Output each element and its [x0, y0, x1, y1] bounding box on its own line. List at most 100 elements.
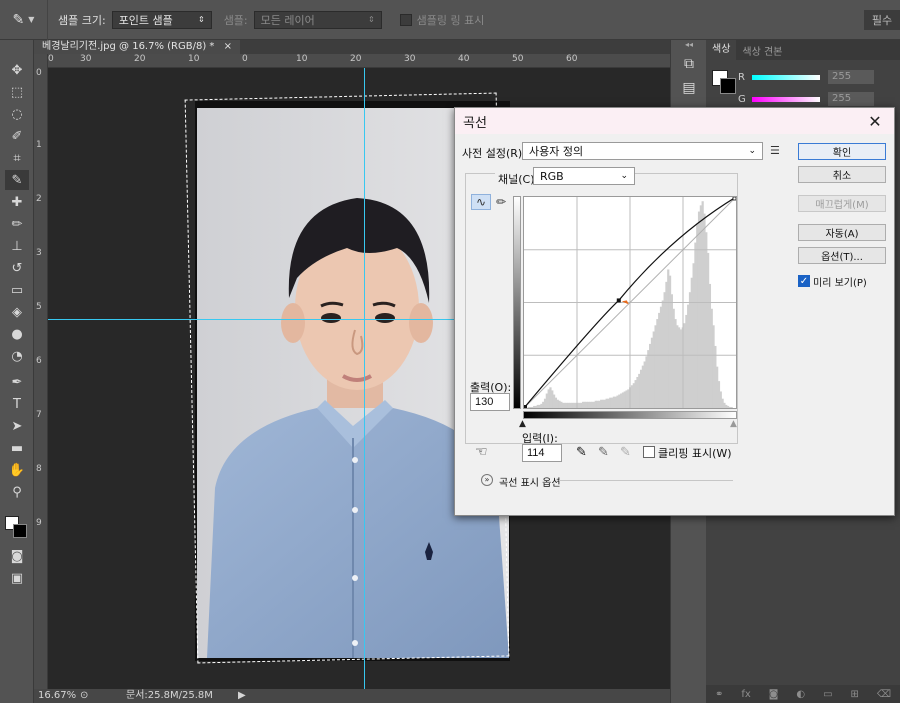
tab-swatches[interactable]: 색상 견본 [736, 43, 788, 58]
red-slider[interactable] [752, 74, 820, 80]
screen-mode-icon[interactable]: ▣ [5, 568, 29, 588]
chevron-down-icon: ⌄ [748, 146, 756, 156]
stamp-tool-icon[interactable]: ⊥ [5, 236, 29, 256]
path-select-tool-icon[interactable]: ➤ [5, 416, 29, 436]
document-tab[interactable]: 베경날리기전.jpg @ 16.7% (RGB/8) * × [34, 40, 241, 54]
panel-collapse-icon[interactable]: ◂◂ [671, 40, 707, 50]
output-field[interactable] [470, 393, 510, 411]
eyedropper-tool-icon[interactable]: ✎ [5, 170, 29, 190]
sample-label: 샘플: [223, 13, 248, 27]
healing-brush-tool-icon[interactable]: ✚ [5, 192, 29, 212]
brush-tool-icon[interactable]: ✏ [5, 214, 29, 234]
preset-menu-icon[interactable]: ☰ [770, 144, 780, 157]
auto-button[interactable]: 자동(A) [798, 224, 886, 241]
ruler-tick-label: 9 [36, 518, 42, 528]
folder-icon[interactable]: ▭ [823, 689, 832, 700]
type-tool-icon[interactable]: T [5, 394, 29, 414]
quick-mask-icon[interactable]: ◙ [5, 546, 29, 566]
zoom-tool-icon[interactable]: ⚲ [5, 482, 29, 502]
move-tool-icon[interactable]: ✥ [5, 60, 29, 80]
white-eyedropper-icon[interactable]: ✎ [620, 445, 631, 460]
show-clipping-label: 클리핑 표시(W) [658, 447, 732, 460]
ruler-tick-label: 50 [512, 54, 524, 64]
shape-tool-icon[interactable]: ▬ [5, 438, 29, 458]
guide-vertical[interactable] [364, 68, 365, 689]
ruler-tick-label: 8 [36, 464, 42, 474]
ruler-tick-label: 20 [350, 54, 362, 64]
ruler-tick-label: 0 [36, 68, 42, 78]
curve-endpoint [524, 405, 527, 408]
options-bar: ✎ ▼ 샘플 크기: 포인트 샘플 ⇕ 샘플: 모든 레이어 ⇕ 샘플링 링 표… [0, 0, 900, 40]
history-panel-icon[interactable]: ⧉ [679, 56, 699, 76]
link-icon[interactable]: ⚭ [715, 689, 723, 700]
ruler-tick-label: 0 [48, 54, 54, 64]
pencil-mode-icon[interactable]: ✏ [491, 194, 511, 210]
cancel-button[interactable]: 취소 [798, 166, 886, 183]
workspace-button[interactable]: 필수 [864, 10, 900, 30]
options-button[interactable]: 옵션(T)... [798, 247, 886, 264]
fx-icon[interactable]: fx [741, 689, 750, 700]
ruler-tick-label: 30 [404, 54, 416, 64]
curve-point-mode-icon[interactable]: ∿ [471, 194, 491, 210]
marquee-tool-icon[interactable]: ⬚ [5, 82, 29, 102]
mask-icon[interactable]: ◙ [769, 689, 779, 700]
eyedropper-icon: ✎ [12, 11, 25, 28]
input-field[interactable] [522, 444, 562, 462]
updown-icon: ⇕ [367, 15, 375, 24]
ruler-vertical: 0 1 2 3 5 6 7 8 9 [34, 54, 48, 689]
hand-tool-icon[interactable]: ✋ [5, 460, 29, 480]
preset-select[interactable]: 사용자 정의 ⌄ [522, 142, 763, 160]
eraser-tool-icon[interactable]: ▭ [5, 280, 29, 300]
quick-select-tool-icon[interactable]: ✐ [5, 126, 29, 146]
sample-layer-select[interactable]: 모든 레이어 ⇕ [253, 10, 382, 29]
show-ring-checkbox[interactable] [399, 13, 412, 26]
ruler-tick-label: 1 [36, 140, 42, 150]
ruler-tick-label: 6 [36, 356, 42, 366]
black-eyedropper-icon[interactable]: ✎ [576, 445, 587, 460]
properties-panel-icon[interactable]: ▤ [679, 80, 699, 100]
history-brush-tool-icon[interactable]: ↺ [5, 258, 29, 278]
curve-graph[interactable] [523, 196, 737, 409]
background-color-swatch[interactable] [13, 524, 27, 538]
paint-bucket-tool-icon[interactable]: ◈ [5, 302, 29, 322]
smooth-button[interactable]: 매끄럽게(M) [798, 195, 886, 212]
new-layer-icon[interactable]: ⊞ [850, 689, 858, 700]
channel-value: RGB [540, 169, 564, 183]
sample-layer-value: 모든 레이어 [260, 13, 315, 27]
document-size: 문서:25.8M/25.8M [126, 690, 213, 701]
pen-tool-icon[interactable]: ✒ [5, 372, 29, 392]
photoshop-window: ✎ ▼ 샘플 크기: 포인트 샘플 ⇕ 샘플: 모든 레이어 ⇕ 샘플링 링 표… [0, 0, 900, 703]
zoom-level[interactable]: 16.67% [38, 689, 76, 703]
tool-preset-picker[interactable]: ✎ ▼ [0, 0, 48, 40]
channel-select[interactable]: RGB ⌄ [533, 167, 635, 185]
red-label: R [738, 71, 745, 83]
trash-icon[interactable]: ⌫ [877, 689, 891, 700]
lasso-tool-icon[interactable]: ◌ [5, 104, 29, 124]
crop-tool-icon[interactable]: ⌗ [5, 148, 29, 168]
close-icon[interactable]: × [224, 41, 232, 52]
status-menu-arrow-icon[interactable]: ▶ [238, 689, 246, 703]
ok-button[interactable]: 확인 [798, 143, 886, 160]
display-options-label[interactable]: 곡선 표시 옵션 [499, 474, 561, 489]
close-icon[interactable]: ✕ [864, 112, 886, 131]
curve-plot[interactable] [523, 196, 737, 409]
blur-tool-icon[interactable]: ● [5, 324, 29, 344]
show-clipping-checkbox[interactable] [643, 446, 655, 458]
bg-color-swatch[interactable] [720, 78, 736, 94]
tab-color[interactable]: 색상 [706, 40, 737, 60]
preview-checkbox[interactable]: ✓ [798, 275, 810, 287]
white-point-slider-icon[interactable]: ▲ [730, 419, 737, 429]
dialog-titlebar: 곡선 ✕ [455, 108, 894, 134]
black-point-slider-icon[interactable]: ▲ [519, 419, 526, 429]
sample-size-select[interactable]: 포인트 샘플 ⇕ [111, 10, 212, 29]
share-icon[interactable]: ⊙ [80, 689, 88, 703]
green-slider[interactable] [752, 96, 820, 102]
adjustment-icon[interactable]: ◐ [796, 689, 805, 700]
targeted-adjust-hand-icon[interactable]: ☜ [475, 444, 488, 460]
gray-eyedropper-icon[interactable]: ✎ [598, 445, 609, 460]
red-value[interactable]: 255 [828, 70, 874, 84]
dodge-tool-icon[interactable]: ◔ [5, 346, 29, 366]
expand-options-icon[interactable]: » [481, 474, 493, 486]
green-value[interactable]: 255 [828, 92, 874, 106]
curves-dialog: 곡선 ✕ 사전 설정(R): 사용자 정의 ⌄ ☰ 채널(C): RGB ⌄ ∿… [454, 107, 895, 516]
